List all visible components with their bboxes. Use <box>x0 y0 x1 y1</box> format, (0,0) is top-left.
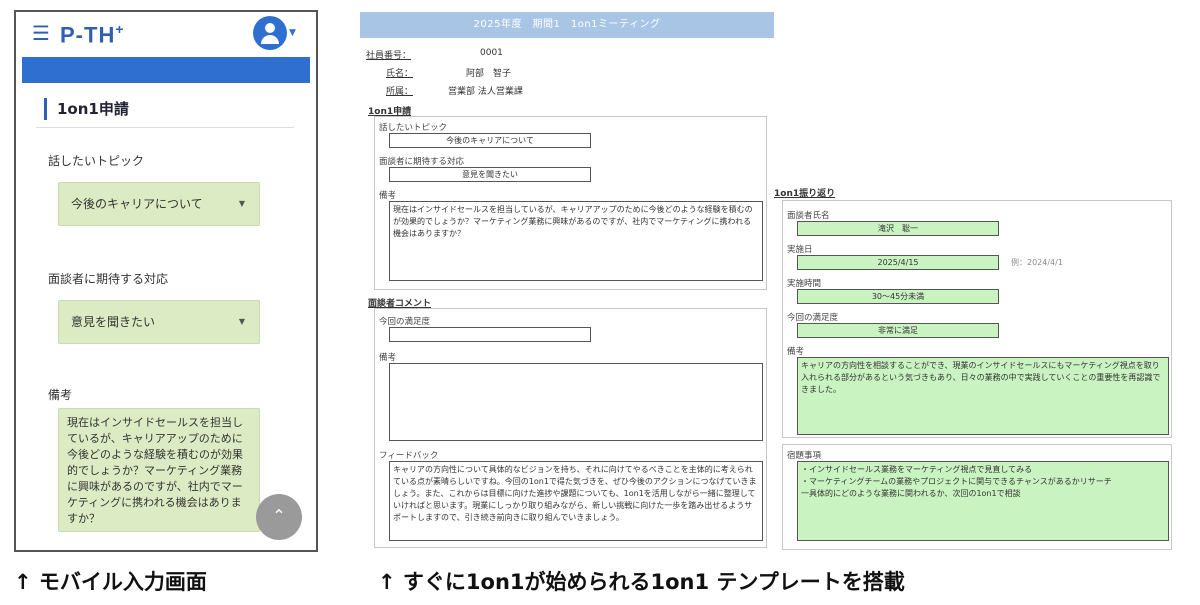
date-label: 実施日 <box>787 245 813 255</box>
name-value: 阿部 智子 <box>466 69 512 79</box>
todo-label: 宿題事項 <box>787 451 822 461</box>
name-label: 氏名： <box>386 69 414 79</box>
apply-note-area[interactable]: 現在はインサイドセールスを担当しているが、キャリアアップのために今後どのような経… <box>389 201 763 281</box>
caption-template: ↑ すぐに1on1が始められる1on1 テンプレートを搭載 <box>378 570 905 594</box>
feedback-area[interactable]: キャリアの方向性について具体的なビジョンを持ち、それに向けてやるべきことを主体的… <box>389 461 763 541</box>
chevron-down-icon: ▼ <box>238 317 245 326</box>
expect-select[interactable]: 意見を聞きたい ▼ <box>58 300 260 344</box>
comment-box: 今回の満足度 備考 フィードバック キャリアの方向性について具体的なビジョンを持… <box>374 308 767 548</box>
interviewer-label: 面談者氏名 <box>787 211 830 221</box>
comment-note-area[interactable] <box>389 363 763 441</box>
chevron-down-icon: ▼ <box>238 199 245 208</box>
caption-mobile: ↑ モバイル入力画面 <box>14 570 207 594</box>
app-logo-text: P-TH <box>60 22 116 48</box>
user-avatar-icon[interactable] <box>253 16 287 50</box>
mobile-header: ☰ P-TH+ ▼ <box>16 12 316 56</box>
review-note-label: 備考 <box>787 347 805 357</box>
app-logo[interactable]: P-TH+ <box>60 21 125 48</box>
interviewer-field[interactable]: 滝沢 聡一 <box>797 221 999 236</box>
date-example: 例：2024/4/1 <box>1011 258 1063 267</box>
note-textarea[interactable]: 現在はインサイドセールスを担当しているが、キャリアアップのために今後どのような経… <box>58 408 260 532</box>
topic-select-value: 今後のキャリアについて <box>71 197 203 211</box>
apply-topic-label: 話したいトピック <box>379 123 448 133</box>
review-box: 面談者氏名 滝沢 聡一 実施日 2025/4/15 例：2024/4/1 実施時… <box>782 200 1172 438</box>
comment-satisfaction-label: 今回の満足度 <box>379 317 431 327</box>
employee-no-value: 0001 <box>480 48 503 58</box>
duration-field[interactable]: 30〜45分未満 <box>797 289 999 304</box>
app-logo-sup: + <box>115 21 125 37</box>
apply-topic-field[interactable]: 今後のキャリアについて <box>389 133 591 148</box>
template-sheet: 2025年度 期間1 1on1ミーティング 社員番号： 0001 氏名： 阿部 … <box>360 12 1180 552</box>
mobile-screen: ☰ P-TH+ ▼ 1on1申請 話したいトピック 今後のキャリアについて ▼ … <box>14 10 318 552</box>
todo-box: 宿題事項 ・インサイドセールス業務をマーケティング視点で見直してみる ・マーケテ… <box>782 444 1172 550</box>
dept-value: 営業部 法人営業課 <box>448 87 523 97</box>
feedback-label: フィードバック <box>379 451 439 461</box>
template-title: 2025年度 期間1 1on1ミーティング <box>360 12 774 38</box>
section-title: 1on1申請 <box>44 98 129 120</box>
review-satisfaction-field[interactable]: 非常に満足 <box>797 323 999 338</box>
apply-box: 話したいトピック 今後のキャリアについて 面談者に期待する対応 意見を聞きたい … <box>374 116 767 290</box>
review-note-area[interactable]: キャリアの方向性を相談することができ、現業のインサイドセールスにもマーケティング… <box>797 357 1169 435</box>
apply-expect-label: 面談者に期待する対応 <box>379 157 465 167</box>
apply-note-label: 備考 <box>379 191 397 201</box>
todo-area[interactable]: ・インサイドセールス業務をマーケティング視点で見直してみる ・マーケティングチー… <box>797 461 1169 541</box>
apply-expect-field[interactable]: 意見を聞きたい <box>389 167 591 182</box>
review-satisfaction-label: 今回の満足度 <box>787 313 839 323</box>
note-label: 備考 <box>48 388 73 402</box>
chevron-up-icon[interactable]: ⌃ <box>256 494 302 540</box>
topic-label: 話したいトピック <box>48 154 145 168</box>
chevron-down-icon[interactable]: ▼ <box>289 28 296 38</box>
duration-label: 実施時間 <box>787 279 822 289</box>
topic-select[interactable]: 今後のキャリアについて ▼ <box>58 182 260 226</box>
hamburger-icon[interactable]: ☰ <box>32 22 50 44</box>
employee-no-label: 社員番号： <box>366 51 412 61</box>
comment-satisfaction-field[interactable] <box>389 327 591 342</box>
date-field[interactable]: 2025/4/15 <box>797 255 999 270</box>
dept-label: 所属： <box>386 87 414 97</box>
comment-note-label: 備考 <box>379 353 397 363</box>
divider <box>36 127 294 128</box>
review-section-title: 1on1振り返り <box>774 189 836 199</box>
expect-label: 面談者に期待する対応 <box>48 272 169 286</box>
mobile-nav-bar <box>22 57 310 83</box>
expect-select-value: 意見を聞きたい <box>71 315 156 329</box>
